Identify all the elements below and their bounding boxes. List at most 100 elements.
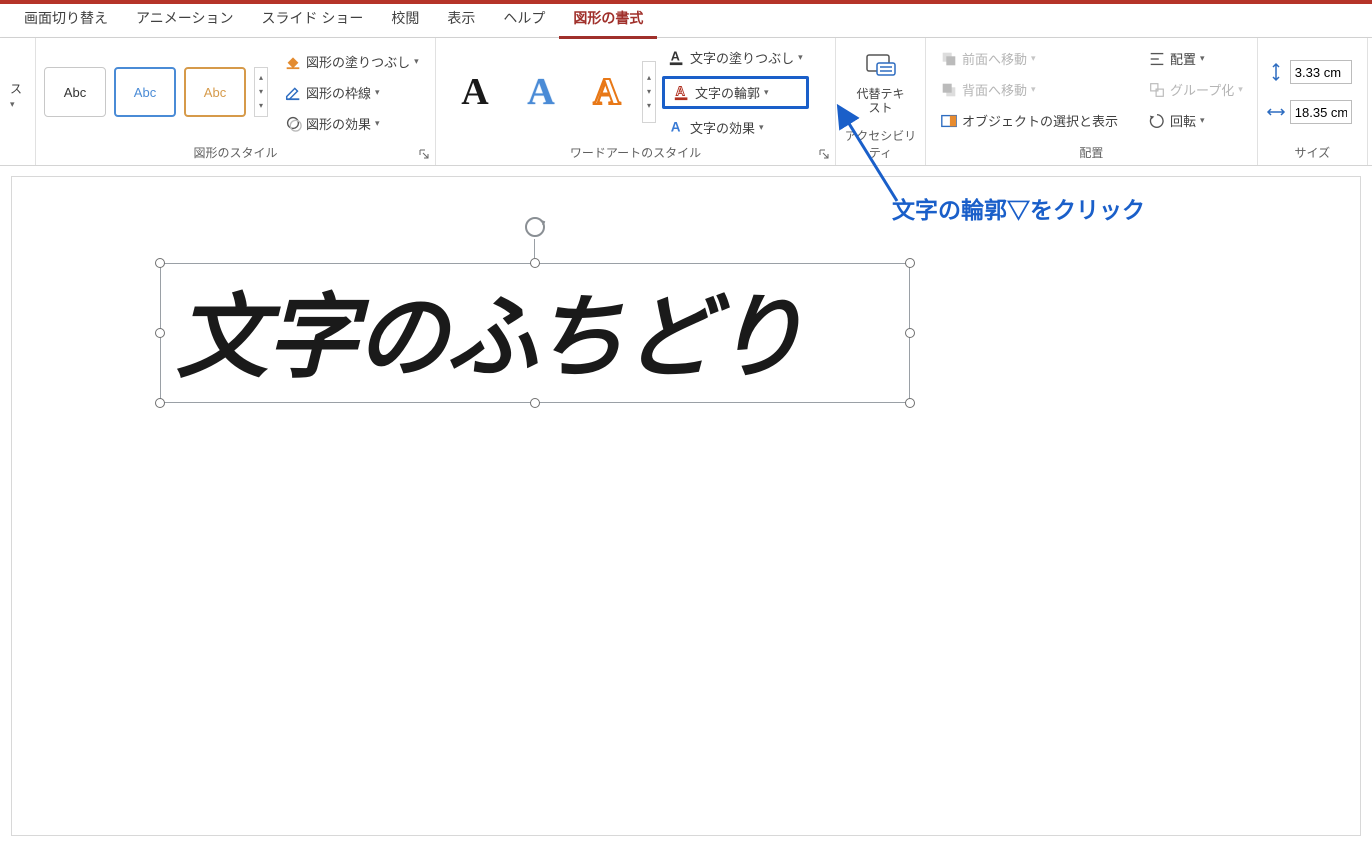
- ribbon-group-shape-styles: Abc Abc Abc ▴▾▾ 図形の塗りつぶし ▾ 図形の枠線: [36, 38, 436, 165]
- selection-pane-icon: [940, 112, 958, 130]
- chevron-down-icon: ▾: [375, 118, 380, 129]
- shape-outline-button[interactable]: 図形の枠線 ▾: [278, 80, 425, 105]
- shape-style-gallery[interactable]: Abc Abc Abc ▴▾▾: [44, 67, 268, 117]
- alt-text-icon: [864, 49, 898, 83]
- chevron-down-icon: ▾: [1031, 84, 1036, 95]
- rotate-icon: [1148, 112, 1166, 130]
- selected-textbox[interactable]: 文字のふちどり: [160, 263, 910, 403]
- ribbon-group-arrange: 前面へ移動 ▾ 背面へ移動 ▾ オブジェクトの選択と表示: [926, 38, 1258, 165]
- text-effects-icon: A: [668, 118, 686, 136]
- rotation-handle[interactable]: [523, 215, 547, 239]
- resize-handle-w[interactable]: [155, 328, 165, 338]
- group-label: グループ化: [1170, 80, 1234, 99]
- ribbon-group-size: サイズ: [1258, 38, 1368, 165]
- tab-help[interactable]: ヘルプ: [489, 2, 559, 39]
- rotate-button[interactable]: 回転 ▾: [1142, 108, 1249, 133]
- wordart-style-thumb-2[interactable]: A: [510, 61, 572, 123]
- shape-style-thumb-2[interactable]: Abc: [114, 67, 176, 117]
- send-backward-icon: [940, 81, 958, 99]
- bring-forward-label: 前面へ移動: [962, 49, 1027, 68]
- resize-handle-se[interactable]: [905, 398, 915, 408]
- shape-style-gallery-more[interactable]: ▴▾▾: [254, 67, 268, 117]
- shape-fill-label: 図形の塗りつぶし: [306, 52, 410, 71]
- rotate-label: 回転: [1170, 111, 1196, 130]
- shape-effects-label: 図形の効果: [306, 114, 371, 133]
- chevron-down-icon: ▾: [375, 87, 380, 98]
- slide-canvas-area[interactable]: 文字のふちどり 文字の輪郭▽をクリック: [0, 166, 1372, 848]
- tab-review[interactable]: 校閲: [377, 2, 433, 39]
- shape-styles-dialog-launcher[interactable]: [417, 147, 431, 161]
- chevron-down-icon: ▾: [759, 122, 764, 133]
- truncated-group-label: [8, 145, 27, 163]
- align-icon: [1148, 50, 1166, 68]
- tab-view[interactable]: 表示: [433, 2, 489, 39]
- ribbon-tabstrip: 画面切り替え アニメーション スライド ショー 校閲 表示 ヘルプ 図形の書式: [0, 4, 1372, 38]
- tab-transitions[interactable]: 画面切り替え: [10, 2, 122, 39]
- wordart-style-thumb-1[interactable]: A: [444, 61, 506, 123]
- size-group-label: サイズ: [1266, 142, 1359, 163]
- tab-slideshow[interactable]: スライド ショー: [247, 2, 377, 39]
- align-button[interactable]: 配置 ▾: [1142, 46, 1249, 71]
- pen-outline-icon: [284, 83, 302, 101]
- rotation-stem: [534, 239, 535, 258]
- text-fill-label: 文字の塗りつぶし: [690, 48, 794, 67]
- textbox-content[interactable]: 文字のふちどり: [176, 263, 803, 396]
- chevron-down-icon[interactable]: ▾: [10, 99, 15, 110]
- shape-width-field[interactable]: [1266, 99, 1352, 125]
- wordart-styles-dialog-launcher[interactable]: [817, 147, 831, 161]
- resize-handle-s[interactable]: [530, 398, 540, 408]
- width-icon: [1266, 102, 1286, 122]
- effects-icon: [284, 114, 302, 132]
- group-button[interactable]: グループ化 ▾: [1142, 77, 1249, 102]
- shape-outline-label: 図形の枠線: [306, 83, 371, 102]
- align-label: 配置: [1170, 49, 1196, 68]
- wordart-style-thumb-3[interactable]: A: [576, 61, 638, 123]
- group-icon: [1148, 81, 1166, 99]
- shape-styles-group-label: 図形のスタイル: [44, 142, 427, 163]
- shape-height-input[interactable]: [1290, 60, 1352, 84]
- annotation-text: 文字の輪郭▽をクリック: [892, 191, 1145, 225]
- text-fill-icon: A: [668, 48, 686, 66]
- selection-pane-button[interactable]: オブジェクトの選択と表示: [934, 108, 1124, 133]
- bring-forward-button[interactable]: 前面へ移動 ▾: [934, 46, 1124, 71]
- resize-handle-e[interactable]: [905, 328, 915, 338]
- svg-text:A: A: [676, 85, 685, 99]
- selection-pane-label: オブジェクトの選択と表示: [962, 111, 1118, 130]
- tab-shape-format[interactable]: 図形の書式: [559, 2, 657, 39]
- text-fill-button[interactable]: A 文字の塗りつぶし ▾: [662, 45, 809, 70]
- text-effects-button[interactable]: A 文字の効果 ▾: [662, 115, 809, 140]
- chevron-down-icon: ▾: [798, 52, 803, 63]
- chevron-down-icon: ▾: [1031, 53, 1036, 64]
- chevron-down-icon: ▾: [764, 87, 769, 98]
- shape-fill-button[interactable]: 図形の塗りつぶし ▾: [278, 49, 425, 74]
- text-outline-label: 文字の輪郭: [695, 83, 760, 102]
- ribbon: ス ▾ Abc Abc Abc ▴▾▾ 図形の塗りつぶし ▾: [0, 38, 1372, 166]
- shape-height-field[interactable]: [1266, 59, 1352, 85]
- chevron-down-icon: ▾: [1238, 84, 1243, 95]
- send-backward-label: 背面へ移動: [962, 80, 1027, 99]
- shape-style-thumb-1[interactable]: Abc: [44, 67, 106, 117]
- text-outline-button[interactable]: A 文字の輪郭 ▾: [667, 80, 804, 105]
- ribbon-group-wordart-styles: A A A ▴▾▾ A 文字の塗りつぶし ▾ A: [436, 38, 836, 165]
- bring-forward-icon: [940, 50, 958, 68]
- svg-text:A: A: [671, 50, 680, 64]
- chevron-down-icon: ▾: [1200, 53, 1205, 64]
- shape-width-input[interactable]: [1290, 100, 1352, 124]
- slide[interactable]: 文字のふちどり 文字の輪郭▽をクリック: [11, 176, 1361, 836]
- paint-bucket-icon: [284, 52, 302, 70]
- shape-style-thumb-3[interactable]: Abc: [184, 67, 246, 117]
- svg-text:A: A: [671, 120, 681, 135]
- resize-handle-sw[interactable]: [155, 398, 165, 408]
- resize-handle-ne[interactable]: [905, 258, 915, 268]
- ribbon-group-truncated: ス ▾: [0, 38, 36, 165]
- resize-handle-nw[interactable]: [155, 258, 165, 268]
- truncated-label-line: ス: [10, 80, 22, 97]
- send-backward-button[interactable]: 背面へ移動 ▾: [934, 77, 1124, 102]
- chevron-down-icon: ▾: [414, 56, 419, 67]
- wordart-styles-group-label: ワードアートのスタイル: [444, 142, 827, 163]
- text-outline-icon: A: [673, 83, 691, 101]
- height-icon: [1266, 62, 1286, 82]
- shape-effects-button[interactable]: 図形の効果 ▾: [278, 111, 425, 136]
- tab-animations[interactable]: アニメーション: [122, 2, 247, 39]
- wordart-gallery-more[interactable]: ▴▾▾: [642, 61, 656, 123]
